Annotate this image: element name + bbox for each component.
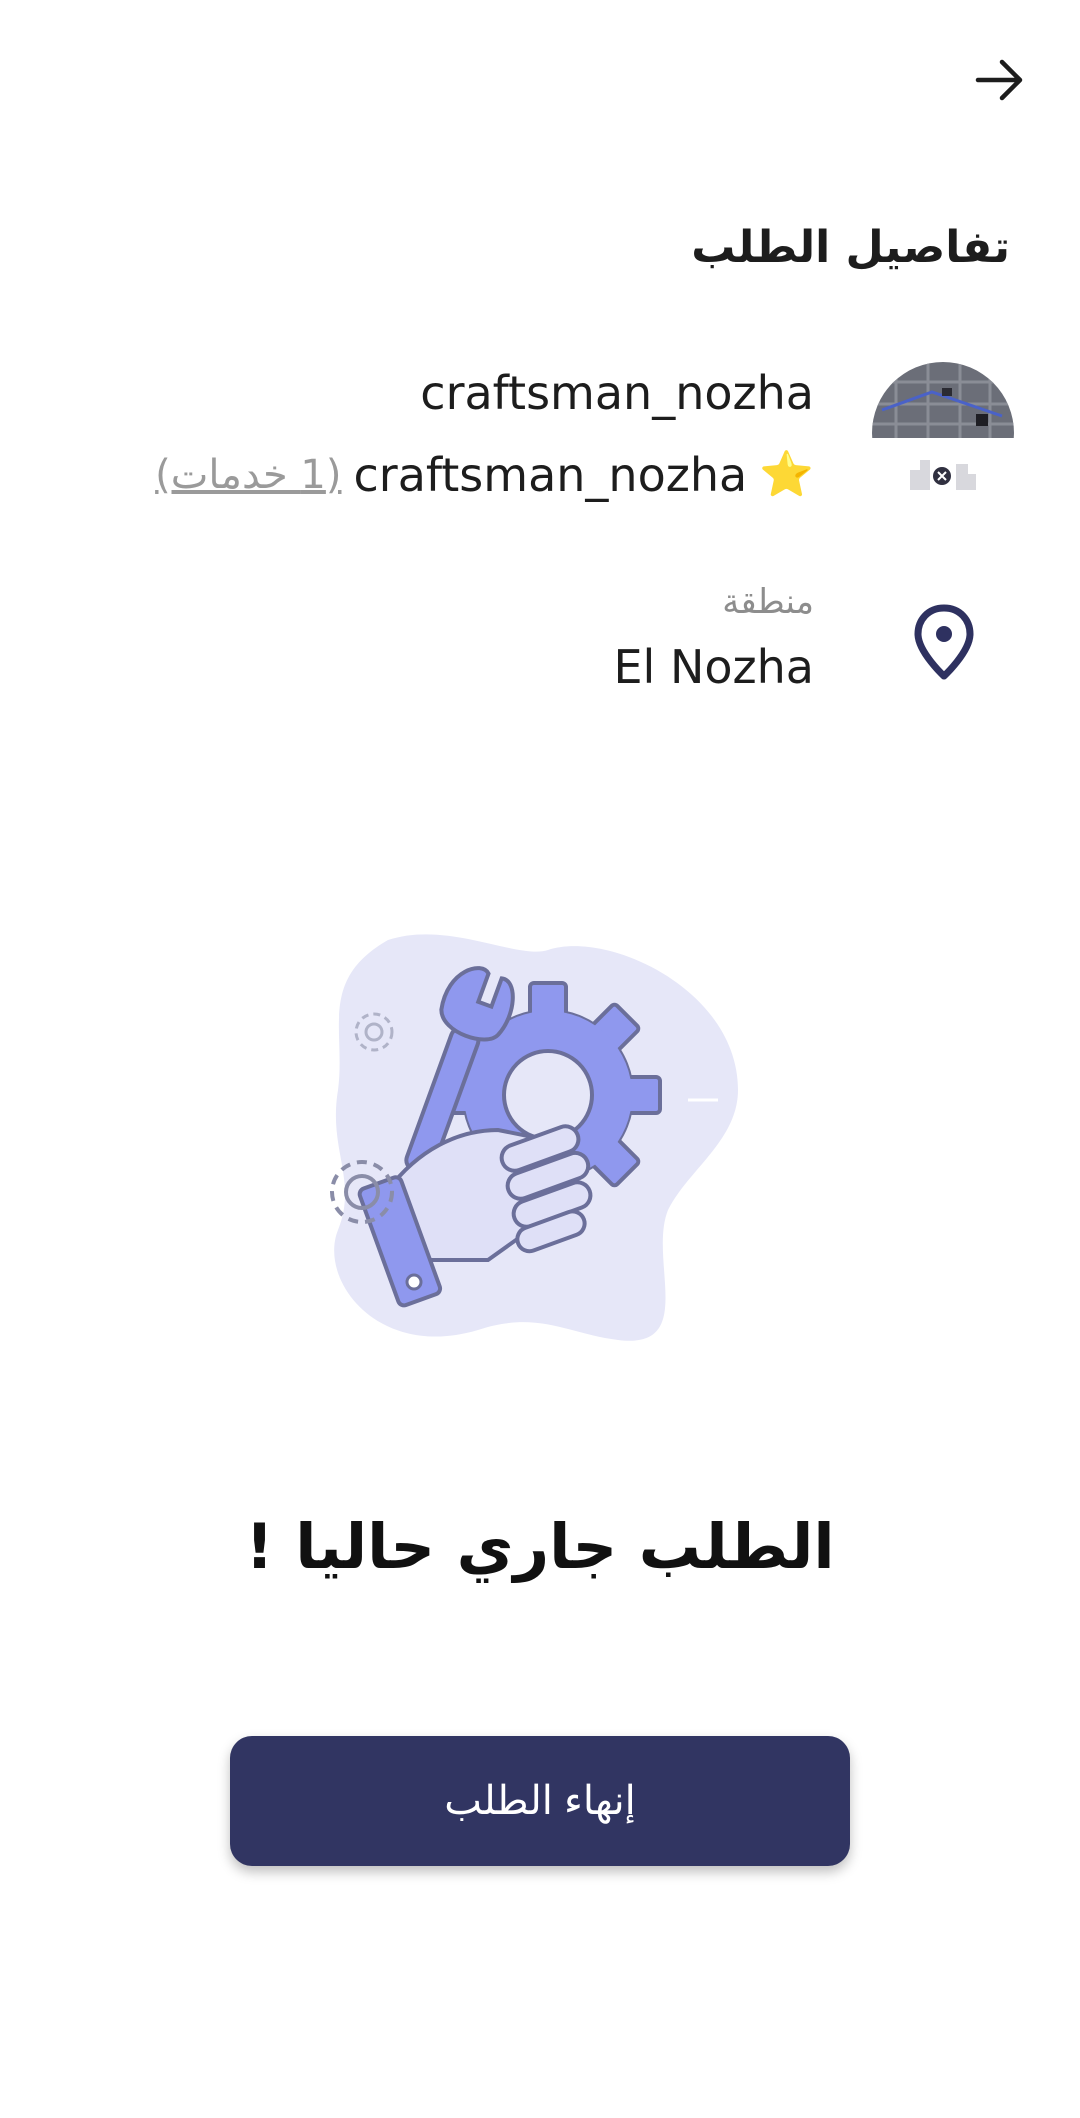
finish-order-label: إنهاء الطلب <box>444 1779 636 1823</box>
arrow-right-icon <box>975 59 1023 101</box>
location-pin-icon <box>914 604 974 680</box>
finish-order-button[interactable]: إنهاء الطلب <box>230 1736 850 1866</box>
avatar[interactable] <box>872 362 1014 504</box>
hand-wrench-gear-illustration <box>330 934 738 1341</box>
area-value: El Nozha <box>613 640 814 694</box>
area-label: منطقة <box>722 582 814 622</box>
order-details-screen: تفاصيل الطلب craftsman_nozha (1 خدمات) c… <box>0 0 1080 2118</box>
back-button[interactable] <box>968 48 1032 112</box>
provider-sub-name: craftsman_nozha <box>353 448 748 502</box>
provider-name: craftsman_nozha <box>420 366 814 420</box>
avatar-image <box>872 362 1014 504</box>
provider-rating-row: (1 خدمات) craftsman_nozha ⭐ <box>155 446 814 504</box>
status-message: الطلب جاري حاليا ! <box>245 1510 835 1583</box>
section-title: تفاصيل الطلب <box>691 222 1010 273</box>
services-count-link[interactable]: (1 خدمات) <box>155 452 341 498</box>
star-icon: ⭐ <box>759 449 814 500</box>
